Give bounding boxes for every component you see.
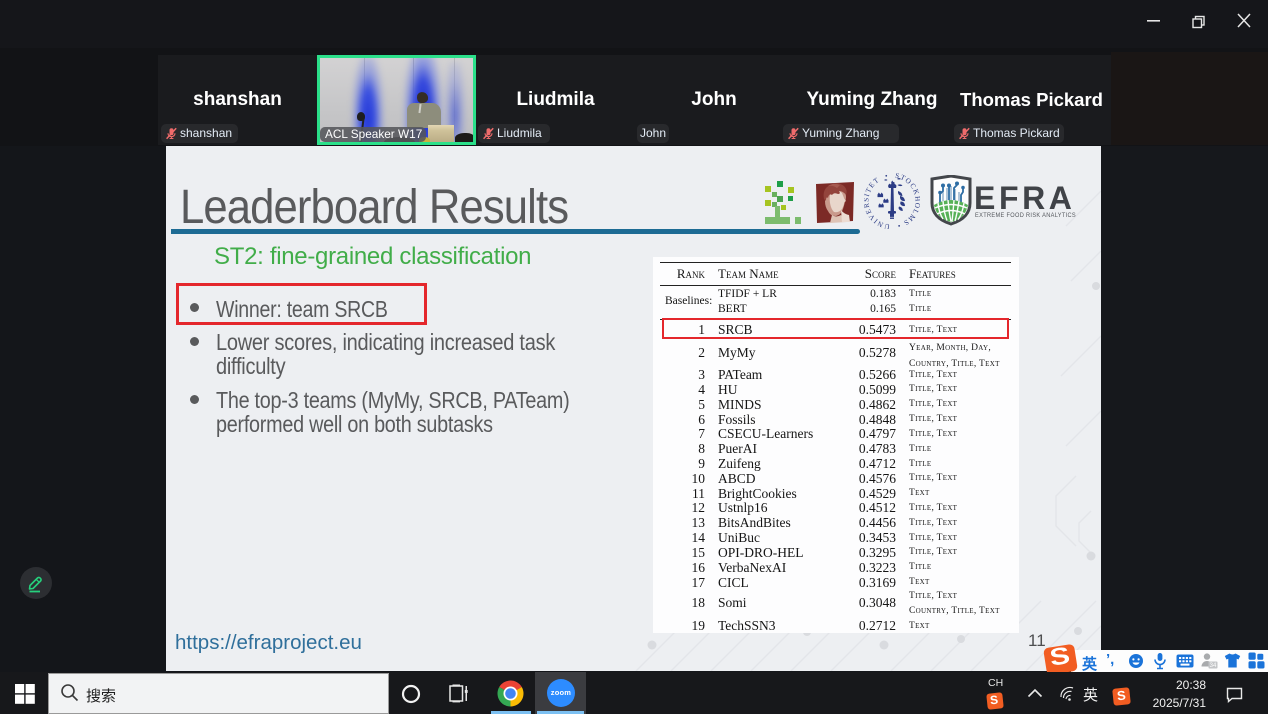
svg-text:34: 34: [1210, 663, 1217, 669]
